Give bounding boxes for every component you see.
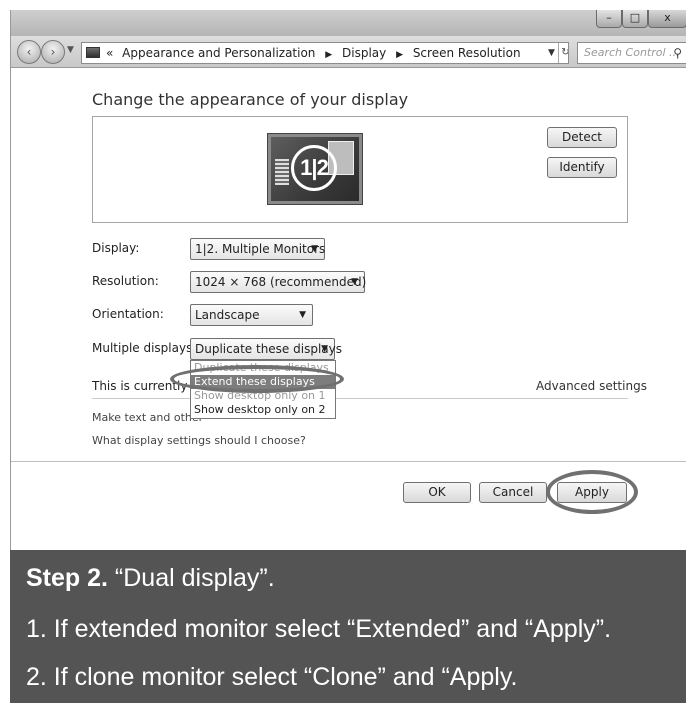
chevron-down-icon: ▼ (351, 277, 358, 287)
ok-button[interactable]: OK (403, 482, 471, 503)
chevron-down-icon: ▼ (321, 344, 328, 354)
instruction-caption: Step 2. “Dual display”. 1. If extended m… (10, 550, 686, 703)
refresh-icon[interactable]: ↻ (558, 43, 568, 63)
navigation-bar: ‹ › ▼ « Appearance and Personalization ▶… (11, 36, 686, 68)
display-preview: 1|2 Detect Identify (92, 116, 628, 223)
detect-button[interactable]: Detect (547, 127, 617, 148)
title-bar: – □ x (11, 10, 686, 36)
orientation-select[interactable]: Landscape ▼ (190, 304, 313, 326)
option-show-only-2[interactable]: Show desktop only on 2 (191, 403, 335, 417)
breadcrumb-appearance[interactable]: Appearance and Personalization (122, 46, 315, 60)
display-label: Display: (92, 241, 140, 255)
multiple-displays-label: Multiple displays: (92, 341, 197, 355)
page-title: Change the appearance of your display (92, 90, 409, 109)
address-bar[interactable]: « Appearance and Personalization ▶ Displ… (81, 42, 569, 64)
cancel-button[interactable]: Cancel (479, 482, 547, 503)
display-settings-help-link[interactable]: What display settings should I choose? (92, 434, 306, 447)
caption-line-1: 1. If extended monitor select “Extended”… (26, 615, 612, 643)
content-area: Change the appearance of your display 1|… (11, 68, 686, 550)
monitor-badge: 1|2 (291, 145, 337, 191)
breadcrumb-separator-icon[interactable]: ▶ (396, 50, 403, 60)
resolution-value: 1024 × 768 (recommended) (195, 275, 367, 289)
screen-resolution-window: – □ x ‹ › ▼ « Appearance and Personaliza… (10, 10, 686, 550)
monitor-screen: 1|2 (271, 137, 359, 201)
minimize-button[interactable]: – (596, 10, 622, 28)
chevron-down-icon: ▼ (311, 244, 318, 254)
caption-step-label: Step 2. (26, 564, 108, 592)
control-panel-icon (86, 47, 100, 58)
caption-step-title: “Dual display”. (107, 564, 275, 592)
close-button[interactable]: x (648, 10, 686, 28)
breadcrumb-separator-icon[interactable]: ▶ (325, 50, 332, 60)
search-input[interactable]: Search Control ... ⚲ (577, 42, 686, 64)
maximize-button[interactable]: □ (622, 10, 648, 28)
breadcrumb-screen-resolution[interactable]: Screen Resolution (413, 46, 521, 60)
advanced-settings-link[interactable]: Advanced settings (536, 379, 647, 393)
display-value: 1|2. Multiple Monitors (195, 242, 326, 256)
divider (92, 398, 628, 399)
monitor-list-icon (275, 159, 289, 185)
multiple-displays-select[interactable]: Duplicate these displays ▼ (190, 338, 342, 360)
orientation-label: Orientation: (92, 307, 164, 321)
back-button[interactable]: ‹ (17, 40, 41, 64)
breadcrumb-prefix[interactable]: « (106, 46, 113, 60)
monitor-icon[interactable]: 1|2 (267, 133, 363, 205)
breadcrumb-display[interactable]: Display (342, 46, 386, 60)
address-dropdown-icon[interactable]: ▼ (548, 43, 555, 63)
caption-step-heading: Step 2. “Dual display”. (26, 564, 275, 593)
caption-line-2: 2. If clone monitor select “Clone” and “… (26, 663, 518, 691)
orientation-value: Landscape (195, 308, 260, 322)
search-icon[interactable]: ⚲ (673, 43, 682, 63)
extend-highlight-ellipse (170, 365, 344, 393)
make-text-link[interactable]: Make text and other (92, 411, 203, 424)
divider (11, 461, 686, 462)
forward-button[interactable]: › (41, 40, 65, 64)
identify-button[interactable]: Identify (547, 157, 617, 178)
resolution-select[interactable]: 1024 × 768 (recommended) ▼ (190, 271, 367, 293)
apply-highlight-ellipse (546, 470, 638, 514)
history-dropdown-icon[interactable]: ▼ (67, 45, 74, 55)
display-select[interactable]: 1|2. Multiple Monitors ▼ (190, 238, 325, 260)
breadcrumb: « Appearance and Personalization ▶ Displ… (106, 43, 521, 63)
search-placeholder: Search Control ... (584, 46, 680, 59)
multiple-displays-value: Duplicate these displays (195, 342, 342, 356)
chevron-down-icon: ▼ (299, 310, 306, 320)
resolution-label: Resolution: (92, 274, 159, 288)
